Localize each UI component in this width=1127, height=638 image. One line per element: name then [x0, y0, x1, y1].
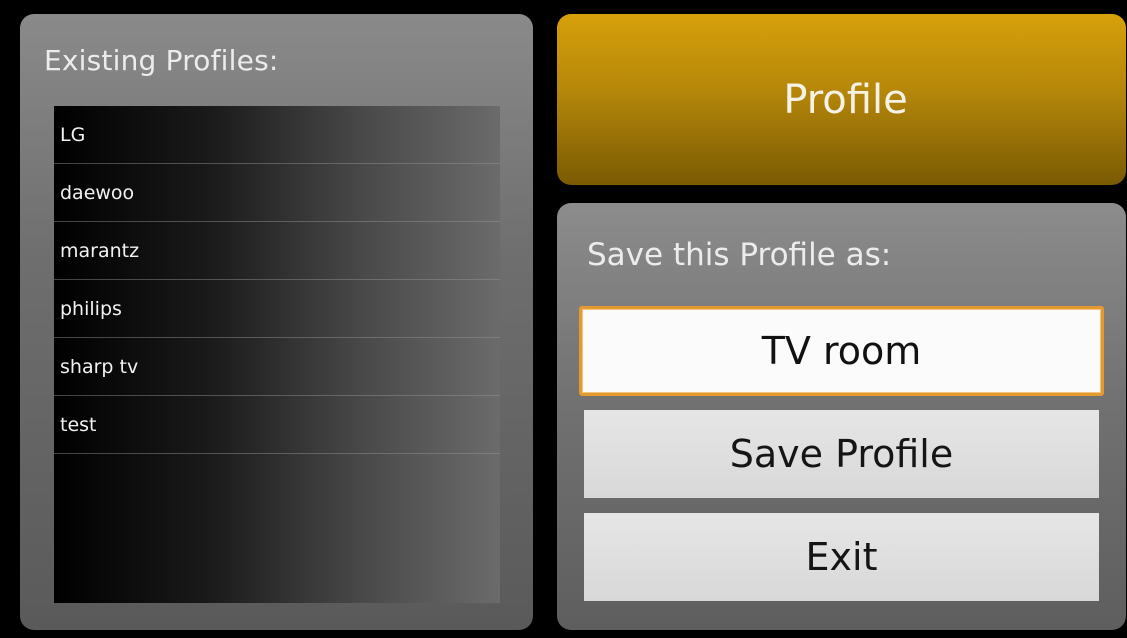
existing-profiles-panel: Existing Profiles: LG daewoo marantz phi…	[20, 14, 533, 630]
save-as-label: Save this Profile as:	[587, 237, 892, 273]
profile-list-item[interactable]: marantz	[54, 222, 500, 280]
profile-list[interactable]: LG daewoo marantz philips sharp tv test	[54, 106, 500, 603]
save-profile-panel: Save this Profile as: Save Profile Exit	[557, 203, 1126, 630]
profile-name-field[interactable]	[579, 306, 1104, 396]
profile-header: Profile	[557, 14, 1126, 185]
profile-list-item[interactable]: philips	[54, 280, 500, 338]
profile-list-item[interactable]: sharp tv	[54, 338, 500, 396]
app-screen: Existing Profiles: LG daewoo marantz phi…	[0, 0, 1127, 638]
profile-list-item[interactable]: LG	[54, 106, 500, 164]
existing-profiles-label: Existing Profiles:	[44, 44, 279, 77]
profile-list-item[interactable]: test	[54, 396, 500, 454]
exit-button[interactable]: Exit	[584, 513, 1099, 601]
save-profile-button[interactable]: Save Profile	[584, 410, 1099, 498]
page-title: Profile	[783, 76, 908, 123]
profile-name-input[interactable]	[582, 309, 1101, 393]
profile-list-item[interactable]: daewoo	[54, 164, 500, 222]
